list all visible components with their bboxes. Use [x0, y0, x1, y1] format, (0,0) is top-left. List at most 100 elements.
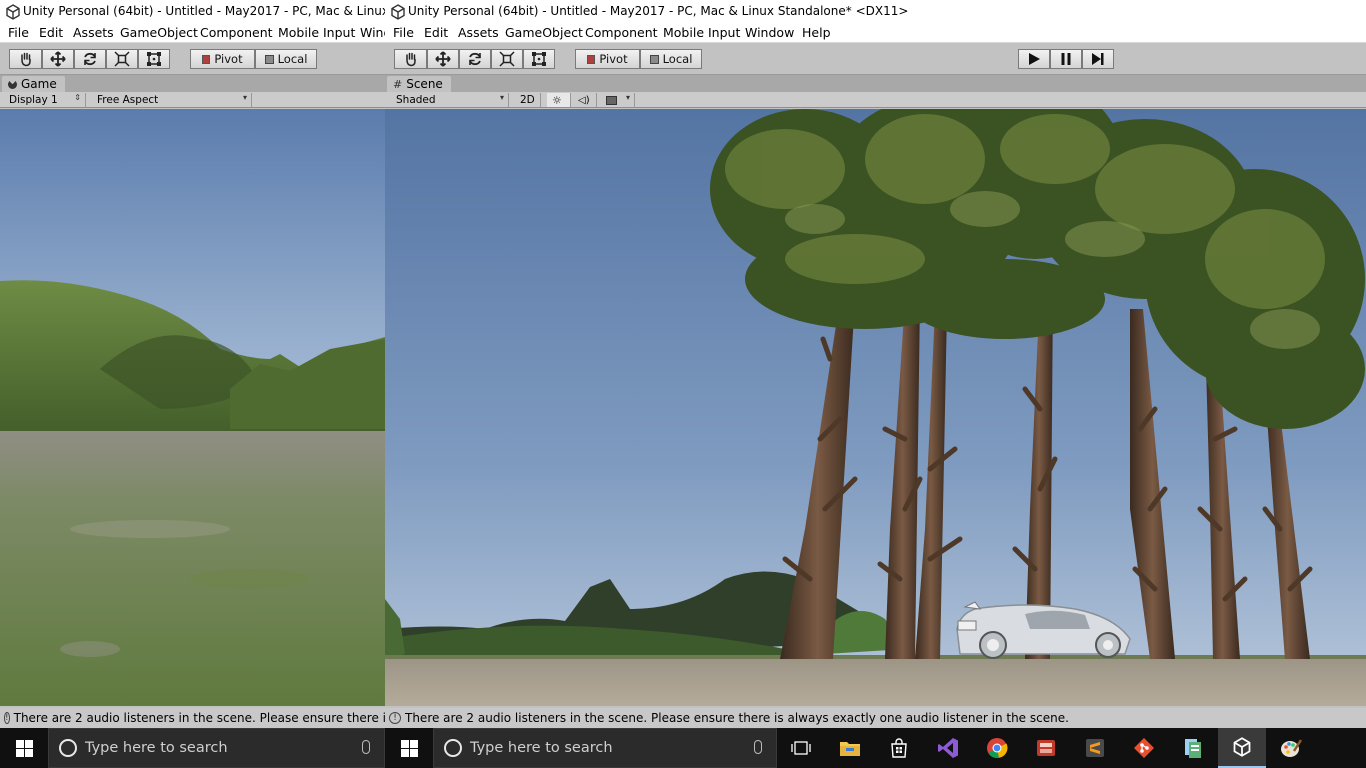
rect-transform-icon	[147, 52, 161, 66]
taskbar-right: Type here to search	[385, 728, 1366, 768]
pivot-toggle-button[interactable]: Pivot	[190, 49, 255, 69]
unity-logo-icon	[391, 4, 405, 20]
dropdown-arrow-icon: ▾	[625, 93, 630, 102]
move-arrows-icon	[435, 51, 451, 67]
microphone-icon	[362, 740, 370, 754]
move-tool-button[interactable]	[42, 49, 74, 69]
unity-window-right: Unity Personal (64bit) - Untitled - May2…	[385, 0, 1366, 768]
game-view-bar: Display 1 ⇕ Free Aspect ▾	[0, 92, 385, 108]
speaker-icon: ◁)	[578, 94, 590, 106]
pivot-icon	[202, 54, 211, 64]
menu-edit[interactable]: Edit	[424, 25, 448, 40]
task-view-icon[interactable]	[777, 728, 825, 768]
grid-icon: #	[393, 77, 403, 91]
move-tool-button[interactable]	[427, 49, 459, 69]
lighting-toggle[interactable]: ☼	[547, 93, 571, 107]
tab-bar: Game	[0, 75, 385, 92]
aspect-select[interactable]: Free Aspect ▾	[92, 93, 252, 107]
shading-select[interactable]: Shaded ▾	[391, 93, 509, 107]
scale-tool-button[interactable]	[106, 49, 138, 69]
visual-studio-icon[interactable]	[924, 728, 972, 768]
menu-assets[interactable]: Assets	[458, 25, 499, 40]
step-button[interactable]	[1082, 49, 1114, 69]
microphone-icon	[754, 740, 762, 754]
menu-gameobject[interactable]: GameObject	[505, 25, 583, 40]
menu-window[interactable]: Window	[360, 25, 385, 40]
menu-assets[interactable]: Assets	[73, 25, 114, 40]
tab-game[interactable]: Game	[2, 76, 65, 92]
local-toggle-button[interactable]: Local	[640, 49, 702, 69]
hand-tool-button[interactable]	[394, 49, 427, 69]
menu-file[interactable]: File	[393, 25, 414, 40]
scale-icon	[499, 51, 515, 67]
window-title: Unity Personal (64bit) - Untitled - May2…	[408, 4, 909, 18]
taskbar-left: Type here to search	[0, 728, 385, 768]
move-arrows-icon	[50, 51, 66, 67]
game-render	[0, 109, 385, 706]
cortana-icon	[59, 739, 77, 757]
pivot-toggle-button[interactable]: Pivot	[575, 49, 640, 69]
menu-mobile-input[interactable]: Mobile Input	[278, 25, 355, 40]
hand-tool-button[interactable]	[9, 49, 42, 69]
tab-scene[interactable]: # Scene	[387, 76, 451, 92]
file-explorer-icon[interactable]	[826, 728, 874, 768]
menu-help[interactable]: Help	[802, 25, 831, 40]
unity-logo-icon	[6, 4, 20, 20]
menu-file[interactable]: File	[8, 25, 29, 40]
tab-bar: # Scene	[385, 75, 1366, 92]
scene-viewport[interactable]	[385, 109, 1366, 706]
window-title: Unity Personal (64bit) - Untitled - May2…	[23, 4, 385, 18]
rect-tool-button[interactable]	[138, 49, 170, 69]
play-icon	[1029, 53, 1040, 65]
audio-toggle[interactable]: ◁)	[573, 93, 597, 107]
mode-2d-toggle[interactable]: 2D	[515, 93, 541, 107]
hand-icon	[405, 52, 416, 67]
toolbar: Pivot Local	[0, 42, 385, 75]
rotate-tool-button[interactable]	[459, 49, 491, 69]
paint-icon[interactable]	[1267, 728, 1315, 768]
menu-window[interactable]: Window	[745, 25, 794, 40]
scale-tool-button[interactable]	[491, 49, 523, 69]
taskbar-search[interactable]: Type here to search	[48, 728, 385, 768]
game-viewport[interactable]	[0, 109, 385, 706]
store-icon[interactable]	[875, 728, 923, 768]
status-message: There are 2 audio listeners in the scene…	[405, 711, 1069, 725]
title-bar: Unity Personal (64bit) - Untitled - May2…	[385, 0, 1366, 24]
play-button[interactable]	[1018, 49, 1050, 69]
scene-render	[385, 109, 1366, 706]
chrome-icon[interactable]	[973, 728, 1021, 768]
red-app-icon[interactable]	[1022, 728, 1070, 768]
start-button[interactable]	[385, 728, 433, 768]
pacman-game-icon	[8, 79, 17, 89]
rotate-tool-button[interactable]	[74, 49, 106, 69]
hand-icon	[20, 52, 31, 67]
menu-mobile-input[interactable]: Mobile Input	[663, 25, 740, 40]
status-bar[interactable]: ! There are 2 audio listeners in the sce…	[385, 708, 1366, 728]
pause-button[interactable]	[1050, 49, 1082, 69]
unity-icon[interactable]	[1218, 728, 1266, 768]
windows-logo-icon	[400, 739, 418, 757]
warning-icon: !	[4, 712, 10, 724]
menu-component[interactable]: Component	[585, 25, 658, 40]
cube-icon	[264, 54, 274, 64]
pause-icon	[1061, 53, 1071, 65]
files-icon[interactable]	[1169, 728, 1217, 768]
step-forward-icon	[1092, 53, 1104, 65]
local-toggle-button[interactable]: Local	[255, 49, 317, 69]
status-bar[interactable]: ! There are 2 audio listeners in the sce…	[0, 708, 385, 728]
effects-dropdown[interactable]: ▾	[601, 93, 635, 107]
dropdown-arrow-icon: ▾	[499, 93, 504, 102]
menu-gameobject[interactable]: GameObject	[120, 25, 198, 40]
display-select[interactable]: Display 1 ⇕	[4, 93, 86, 107]
menu-component[interactable]: Component	[200, 25, 273, 40]
rect-transform-icon	[532, 52, 546, 66]
rect-tool-button[interactable]	[523, 49, 555, 69]
windows-logo-icon	[15, 739, 33, 757]
sublime-text-icon[interactable]	[1071, 728, 1119, 768]
image-icon	[606, 95, 617, 105]
git-icon[interactable]	[1120, 728, 1168, 768]
menu-edit[interactable]: Edit	[39, 25, 63, 40]
taskbar-search[interactable]: Type here to search	[433, 728, 777, 768]
scene-view-bar: Shaded ▾ 2D ☼ ◁) ▾	[385, 92, 1366, 108]
start-button[interactable]	[0, 728, 48, 768]
